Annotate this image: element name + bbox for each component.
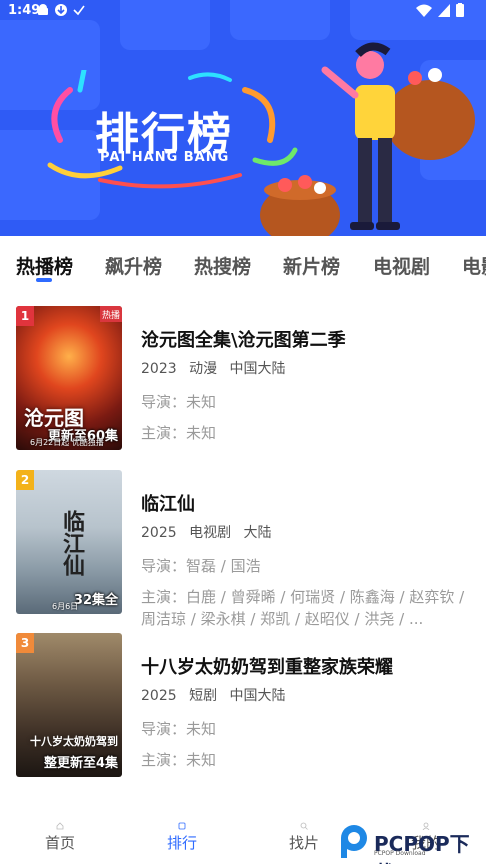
item-year: 2025 — [141, 688, 177, 704]
watermark-logo-icon — [341, 825, 367, 858]
rank-badge: 3 — [16, 633, 34, 653]
hot-tag: 热播 — [100, 306, 122, 322]
watermark: PCPOP下载 PCPOP Download — [338, 822, 486, 864]
item-genre: 短剧 — [189, 688, 218, 704]
tab-hot-search[interactable]: 热搜榜 — [194, 252, 251, 279]
item-title[interactable]: 临江仙 — [141, 490, 471, 516]
poster-image[interactable]: 2 临江仙 32集全 6月6日 — [16, 470, 122, 614]
item-genre: 电视剧 — [189, 525, 232, 541]
item-title[interactable]: 沧元图全集\沧元图第二季 — [141, 326, 471, 352]
item-info: 临江仙 2025 电视剧 大陆 导演：智磊 / 国浩 主演：白鹿 / 曾舜晞 /… — [141, 490, 471, 630]
item-meta: 2023 动漫 中国大陆 — [141, 358, 471, 378]
item-cast: 主演：未知 — [141, 424, 217, 442]
list-item[interactable]: 3 十八岁太奶奶驾到 整更新至4集 十八岁太奶奶驾到重整家族荣耀 2025 短剧… — [0, 633, 486, 783]
item-info: 沧元图全集\沧元图第二季 2023 动漫 中国大陆 导演：未知 主演：未知 — [141, 326, 471, 444]
item-meta: 2025 短剧 中国大陆 — [141, 685, 471, 705]
item-director: 导演：未知 — [141, 393, 217, 411]
nav-home-label: 首页 — [44, 834, 75, 852]
poster-subcaption: 6月6日 — [52, 602, 79, 611]
android-icon — [38, 4, 48, 15]
tab-tv-series[interactable]: 电视剧 — [373, 252, 430, 279]
active-tab-indicator — [36, 278, 52, 282]
poster-title-art: 临江仙 — [59, 510, 85, 576]
item-director: 导演：智磊 / 国浩 — [141, 557, 261, 575]
item-info: 十八岁太奶奶驾到重整家族荣耀 2025 短剧 中国大陆 导演：未知 主演：未知 — [141, 653, 471, 771]
item-cast: 主演：白鹿 / 曾舜晞 / 何瑞贤 / 陈鑫海 / 赵弈钦 / 周洁琼 / 梁永… — [141, 588, 465, 628]
item-title[interactable]: 十八岁太奶奶驾到重整家族荣耀 — [141, 653, 471, 679]
battery-icon — [456, 3, 464, 17]
wifi-icon — [416, 4, 432, 17]
item-year: 2023 — [141, 361, 177, 377]
poster-image[interactable]: 3 十八岁太奶奶驾到 整更新至4集 — [16, 633, 122, 777]
poster-image[interactable]: 1 热播 沧元图 更新至60集 6月22日起 优酷独播 — [16, 306, 122, 450]
item-region: 大陆 — [243, 525, 272, 541]
watermark-text: PCPOP下载 — [374, 832, 470, 864]
item-meta: 2025 电视剧 大陆 — [141, 522, 471, 542]
nav-find-label: 找片 — [288, 834, 319, 852]
ranking-tabs: 热播榜 飙升榜 热搜榜 新片榜 电视剧 电影 — [0, 236, 486, 294]
list-item[interactable]: 1 热播 沧元图 更新至60集 6月22日起 优酷独播 沧元图全集\沧元图第二季… — [0, 306, 486, 456]
nav-home[interactable]: 首页 — [30, 822, 90, 853]
item-cast: 主演：未知 — [141, 751, 217, 769]
episode-caption: 整更新至4集 — [43, 756, 118, 771]
item-region: 中国大陆 — [229, 688, 286, 704]
nav-ranking-label: 排行 — [166, 834, 197, 852]
ranking-banner: 排行榜 PAI HANG BANG — [0, 0, 486, 236]
character-illustration — [260, 42, 475, 236]
tab-rising[interactable]: 飙升榜 — [105, 252, 162, 279]
check-icon — [73, 5, 85, 16]
nav-find[interactable]: 找片 — [274, 822, 334, 853]
home-icon — [56, 822, 64, 830]
poster-subcaption: 6月22日起 优酷独播 — [30, 438, 104, 447]
nav-ranking[interactable]: 排行 — [152, 822, 212, 853]
tab-movie[interactable]: 电影 — [462, 252, 486, 279]
rank-badge: 2 — [16, 470, 34, 490]
tab-hot-play[interactable]: 热播榜 — [16, 252, 73, 279]
rank-badge: 1 — [16, 306, 34, 326]
signal-icon — [438, 3, 450, 17]
status-bar: 1:49 — [0, 0, 486, 22]
find-icon — [300, 822, 308, 830]
item-genre: 动漫 — [189, 361, 218, 377]
watermark-subtext: PCPOP Download — [374, 850, 426, 857]
banner-subtitle: PAI HANG BANG — [100, 150, 230, 165]
item-director: 导演：未知 — [141, 720, 217, 738]
list-item[interactable]: 2 临江仙 32集全 6月6日 临江仙 2025 电视剧 大陆 导演：智磊 / … — [0, 470, 486, 628]
item-region: 中国大陆 — [229, 361, 286, 377]
ranking-icon — [178, 822, 186, 830]
tab-new-release[interactable]: 新片榜 — [283, 252, 340, 279]
download-icon — [55, 4, 67, 16]
item-year: 2025 — [141, 525, 177, 541]
poster-title-art: 十八岁太奶奶驾到 — [30, 735, 118, 748]
